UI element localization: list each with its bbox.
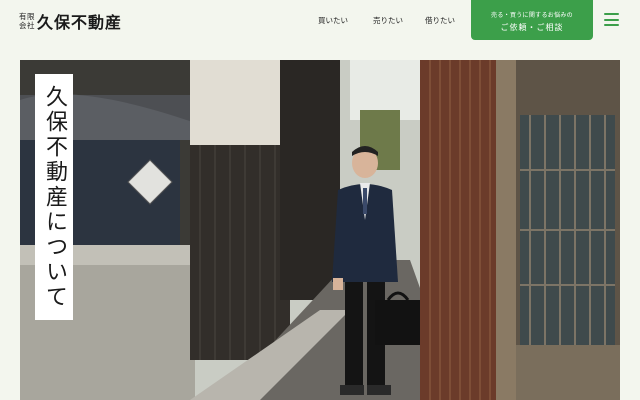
site-header: 有限会社 久保不動産 買いたい 売りたい 借りたい 売る・買うに関するお悩みの … <box>0 0 640 40</box>
hero-photo-alley <box>20 60 620 400</box>
hero-title: 久保不動産について <box>35 74 73 320</box>
nav-buy[interactable]: 買いたい <box>318 15 348 26</box>
nav-sell[interactable]: 売りたい <box>373 15 403 26</box>
main-nav: 買いたい 売りたい 借りたい <box>318 15 455 26</box>
contact-button[interactable]: 売る・買うに関するお悩みの ご依頼・ご相談 <box>471 0 593 40</box>
hamburger-menu-icon[interactable] <box>604 13 619 26</box>
logo-company-type: 有限会社 <box>19 12 35 30</box>
nav-rent[interactable]: 借りたい <box>425 15 455 26</box>
contact-button-subtext: 売る・買うに関するお悩みの <box>491 12 573 19</box>
logo-company-name: 久保不動産 <box>37 13 123 32</box>
contact-button-label: ご依頼・ご相談 <box>500 23 564 32</box>
site-logo[interactable]: 有限会社 久保不動産 <box>19 9 122 33</box>
hero-image <box>20 60 620 400</box>
